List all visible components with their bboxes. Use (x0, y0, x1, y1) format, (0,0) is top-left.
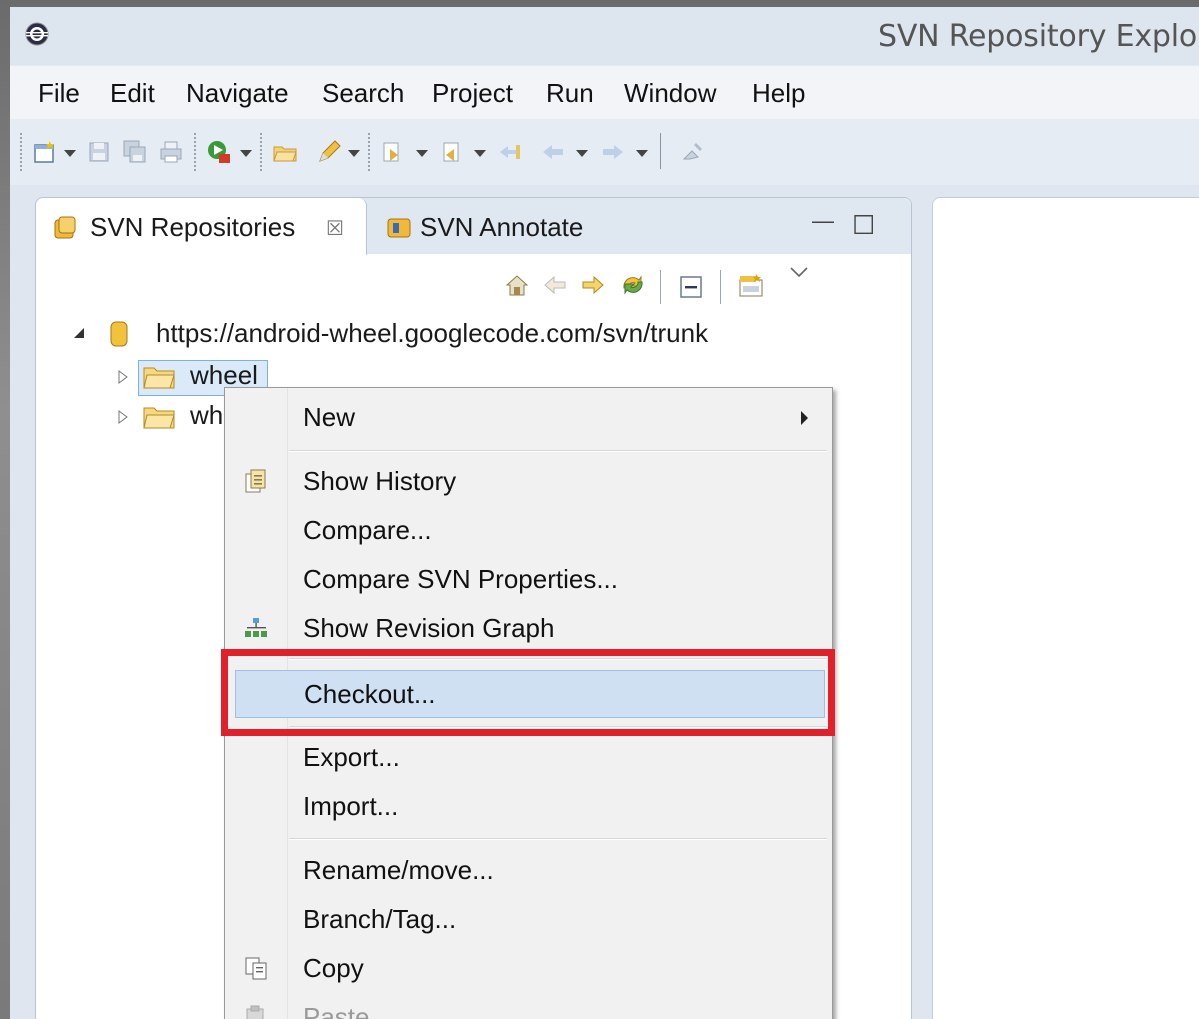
last-edit-icon[interactable] (496, 139, 522, 165)
menu-item-label: Rename/move... (303, 855, 494, 885)
menu-item-label: Show Revision Graph (303, 613, 555, 643)
view-menu-chevron-icon[interactable] (788, 264, 810, 282)
tab-svn-annotate[interactable]: SVN Annotate (420, 212, 583, 243)
highlight-annotation-box (221, 649, 835, 736)
menu-item-label: Compare... (303, 515, 432, 545)
menu-item-branch-tag[interactable]: Branch/Tag... (225, 896, 832, 942)
history-icon (245, 469, 266, 493)
close-tab-icon[interactable]: ☒ (326, 216, 344, 241)
revision-graph-icon (245, 618, 267, 637)
menu-item-label: New (303, 402, 356, 432)
eclipse-window: SVN Repository Explo File Edit Navigate … (10, 7, 1199, 1019)
menu-item-compare[interactable]: Compare... (225, 507, 832, 553)
maximize-icon[interactable]: ☐ (852, 210, 875, 241)
tree-item-label: wh (190, 400, 224, 430)
pen-icon[interactable] (316, 139, 342, 165)
window-title: SVN Repository Explo (878, 19, 1198, 54)
menu-item-label: Compare SVN Properties... (303, 564, 619, 594)
minimize-icon[interactable]: — (812, 208, 834, 234)
svn-annotate-icon (387, 218, 411, 238)
run-dropdown-arrow[interactable] (240, 150, 252, 157)
toolbar-separator (194, 133, 196, 171)
folder-icon (143, 407, 175, 429)
tab-label-svn-repositories: SVN Repositories (90, 212, 296, 242)
menu-item-rename-move[interactable]: Rename/move... (225, 847, 832, 893)
toolbar-separator (260, 133, 262, 171)
new-repository-location-icon[interactable] (738, 272, 764, 298)
menu-project[interactable]: Project (432, 78, 513, 109)
collapse-all-icon[interactable] (678, 274, 704, 300)
back-nav-icon[interactable] (542, 272, 568, 298)
new-dropdown-arrow[interactable] (64, 150, 76, 157)
folder-icon (143, 367, 175, 389)
back-dropdown-arrow[interactable] (576, 150, 588, 157)
menu-item-compare-svn-properties[interactable]: Compare SVN Properties... (225, 556, 832, 602)
menu-item-show-revision-graph[interactable]: Show Revision Graph (225, 605, 832, 651)
menu-item-export[interactable]: Export... (225, 734, 832, 780)
menu-help[interactable]: Help (752, 78, 805, 109)
collapsed-twisty-icon[interactable] (116, 370, 130, 384)
forward-icon[interactable] (600, 139, 626, 165)
home-icon[interactable] (504, 272, 530, 298)
save-all-icon[interactable] (122, 139, 148, 165)
toolbar-separator (20, 133, 22, 171)
menu-separator (289, 838, 827, 840)
editor-area (932, 197, 1199, 1019)
next-annotation-dropdown[interactable] (416, 150, 428, 157)
open-task-icon[interactable] (272, 139, 298, 165)
view-toolbar-divider (660, 270, 661, 304)
menu-file[interactable]: File (38, 78, 80, 109)
paste-icon (246, 1005, 264, 1019)
menu-bar: File Edit Navigate Search Project Run Wi… (10, 65, 1199, 120)
menu-item-label: Show History (303, 466, 457, 496)
print-icon[interactable] (158, 139, 184, 165)
tree-row-root[interactable]: https://android-wheel.googlecode.com/svn… (72, 316, 772, 350)
menu-edit[interactable]: Edit (110, 78, 155, 109)
svn-repository-icon (54, 216, 76, 239)
menu-item-new[interactable]: New (225, 394, 832, 440)
pin-icon[interactable] (680, 139, 706, 165)
copy-icon (245, 957, 267, 980)
menu-item-label: Export... (303, 742, 400, 772)
debug-run-icon[interactable] (206, 139, 232, 165)
prev-annotation-dropdown[interactable] (474, 150, 486, 157)
menu-item-label: Copy (303, 953, 364, 983)
next-annotation-icon[interactable] (380, 139, 406, 165)
menu-search[interactable]: Search (322, 78, 404, 109)
repository-icon (110, 321, 128, 347)
menu-item-label: Import... (303, 791, 399, 821)
tab-svn-repositories[interactable]: SVN Repositories ☒ (36, 198, 367, 255)
prev-annotation-icon[interactable] (438, 139, 464, 165)
menu-item-import[interactable]: Import... (225, 783, 832, 829)
main-toolbar (10, 119, 1199, 185)
forward-dropdown-arrow[interactable] (636, 150, 648, 157)
menu-navigate[interactable]: Navigate (186, 78, 289, 109)
expanded-twisty-icon[interactable] (72, 326, 86, 340)
view-toolbar-divider (720, 270, 721, 304)
view-tab-bar: SVN Repositories ☒ SVN Annotate — ☐ (36, 198, 911, 255)
refresh-icon[interactable] (620, 272, 646, 298)
submenu-arrow-icon (801, 411, 808, 425)
menu-separator (289, 450, 827, 452)
repository-url: https://android-wheel.googlecode.com/svn… (156, 318, 709, 348)
pen-dropdown-arrow[interactable] (348, 150, 360, 157)
menu-item-show-history[interactable]: Show History (225, 458, 832, 504)
menu-window[interactable]: Window (624, 78, 716, 109)
menu-item-label: Paste (303, 1002, 370, 1019)
menu-item-copy[interactable]: Copy (225, 945, 832, 991)
new-wizard-icon[interactable] (32, 139, 58, 165)
collapsed-twisty-icon[interactable] (116, 410, 130, 424)
menu-item-label: Branch/Tag... (303, 904, 457, 934)
title-bar: SVN Repository Explo (10, 7, 1199, 65)
menu-item-paste: Paste (225, 994, 832, 1019)
toolbar-separator (368, 133, 370, 171)
menu-run[interactable]: Run (546, 78, 594, 109)
save-icon[interactable] (86, 139, 112, 165)
toolbar-divider (660, 133, 661, 169)
eclipse-logo-icon (25, 22, 49, 46)
forward-nav-icon[interactable] (580, 272, 606, 298)
back-icon[interactable] (540, 139, 566, 165)
